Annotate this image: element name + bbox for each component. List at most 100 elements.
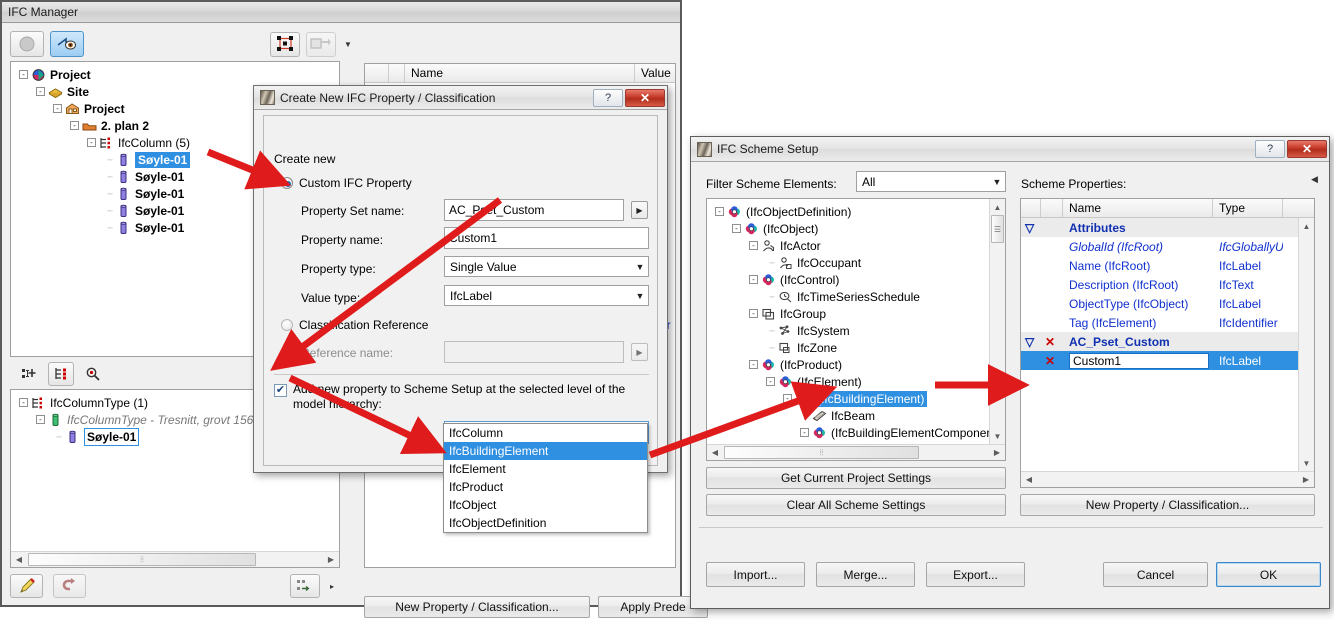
- chevron-right-icon[interactable]: ▸: [330, 582, 340, 591]
- vscroll-down-arrow[interactable]: ▼: [1299, 455, 1315, 471]
- search-icon-button[interactable]: [80, 362, 106, 386]
- tree-expander[interactable]: -: [749, 241, 758, 250]
- properties-header-name[interactable]: Name: [405, 64, 635, 82]
- help-button[interactable]: ?: [593, 89, 623, 107]
- reference-name-picker-button[interactable]: ▶: [631, 343, 648, 361]
- hscroll-left-arrow[interactable]: ◀: [707, 445, 723, 461]
- hscroll-thumb[interactable]: ⦙⦙: [724, 446, 919, 459]
- scheme-grid-body[interactable]: ▽AttributesGlobalId (IfcRoot)IfcGlobally…: [1021, 218, 1298, 471]
- grid-row[interactable]: ObjectType (IfcObject)IfcLabel: [1021, 294, 1298, 313]
- cancel-button[interactable]: Cancel: [1103, 562, 1208, 587]
- tree-expander[interactable]: -: [19, 398, 28, 407]
- clear-all-scheme-settings-button[interactable]: Clear All Scheme Settings: [706, 494, 1006, 516]
- tree-item[interactable]: -(IfcBuildingElementComponen: [709, 424, 987, 441]
- close-button[interactable]: ✕: [625, 89, 665, 107]
- tree-expander[interactable]: -: [766, 377, 775, 386]
- property-name-input[interactable]: [444, 227, 649, 249]
- hscroll-left-arrow[interactable]: ◀: [11, 552, 27, 568]
- tree-expander[interactable]: -: [749, 275, 758, 284]
- type-tree-hscrollbar[interactable]: ◀ ⦙⦙ ▶: [11, 551, 339, 567]
- grid-row[interactable]: ✕Custom1IfcLabel: [1021, 351, 1298, 370]
- grid-row[interactable]: Name (IfcRoot)IfcLabel: [1021, 256, 1298, 275]
- tree-item[interactable]: -IfcGroup: [709, 305, 987, 322]
- tree-item[interactable]: -(IfcObject): [709, 220, 987, 237]
- tree-item[interactable]: -IfcActor: [709, 237, 987, 254]
- chevron-down-icon[interactable]: ▼: [342, 40, 354, 49]
- dropdown-option[interactable]: IfcColumn: [444, 424, 647, 442]
- grid-row[interactable]: GlobalId (IfcRoot)IfcGloballyUn...: [1021, 237, 1298, 256]
- properties-header-value[interactable]: Value: [635, 64, 675, 82]
- tree-item[interactable]: -(IfcControl): [709, 271, 987, 288]
- scheme-new-property-button[interactable]: New Property / Classification...: [1020, 494, 1315, 516]
- tree-expander[interactable]: -: [749, 360, 758, 369]
- scheme-elements-tree[interactable]: -(IfcObjectDefinition)-(IfcObject)-IfcAc…: [707, 199, 989, 444]
- grid-row[interactable]: Description (IfcRoot)IfcText: [1021, 275, 1298, 294]
- value-type-combo[interactable]: IfcLabel ▼: [444, 285, 649, 306]
- filter-combo[interactable]: All ▼: [856, 171, 1006, 192]
- dropdown-option[interactable]: IfcObjectDefinition: [444, 514, 647, 532]
- hscroll-right-arrow[interactable]: ▶: [989, 445, 1005, 461]
- pset-name-input[interactable]: [444, 199, 624, 221]
- tree-item[interactable]: -(IfcProduct): [709, 356, 987, 373]
- grid-row[interactable]: ▽Attributes: [1021, 218, 1298, 237]
- tree-expander[interactable]: -: [36, 87, 45, 96]
- vscroll-up-arrow[interactable]: ▲: [1299, 218, 1315, 234]
- merge-button[interactable]: Merge...: [816, 562, 915, 587]
- undo-arrow-icon-button[interactable]: [53, 574, 86, 598]
- apply-to-elements-icon-button[interactable]: [290, 574, 320, 598]
- vscroll-thumb[interactable]: ☰: [991, 215, 1004, 243]
- vscroll-up-arrow[interactable]: ▲: [990, 199, 1006, 215]
- add-node-icon-button[interactable]: [16, 362, 42, 386]
- manager-new-property-button[interactable]: New Property / Classification...: [364, 596, 590, 618]
- tree-expander[interactable]: -: [87, 138, 96, 147]
- property-type-combo[interactable]: Single Value ▼: [444, 256, 649, 277]
- select-bounding-box-icon-button[interactable]: [270, 32, 300, 57]
- chevron-down-icon[interactable]: ▼: [632, 286, 648, 305]
- custom-property-radio-row[interactable]: Custom IFC Property: [281, 176, 412, 190]
- tree-expander[interactable]: -: [800, 428, 809, 437]
- grid-row[interactable]: ▽✕AC_Pset_Custom: [1021, 332, 1298, 351]
- scheme-grid-vscrollbar[interactable]: ▲ ▼: [1298, 218, 1314, 471]
- pset-name-picker-button[interactable]: ▶: [631, 201, 648, 219]
- tree-expander[interactable]: -: [36, 415, 45, 424]
- tree-item[interactable]: -Project: [13, 66, 337, 83]
- dropdown-option[interactable]: IfcObject: [444, 496, 647, 514]
- hscroll-right-arrow[interactable]: ▶: [323, 552, 339, 568]
- vscroll-down-arrow[interactable]: ▼: [990, 428, 1006, 444]
- chevron-down-icon[interactable]: ▼: [632, 257, 648, 276]
- ok-button[interactable]: OK: [1216, 562, 1321, 587]
- hscroll-right-arrow[interactable]: ▶: [1298, 472, 1314, 488]
- grid-row-expander[interactable]: ▽: [1021, 218, 1041, 237]
- tree-expander[interactable]: -: [70, 121, 79, 130]
- tree-expander[interactable]: -: [53, 104, 62, 113]
- tree-view-icon-button[interactable]: [48, 362, 74, 386]
- grid-header-type[interactable]: Type: [1213, 199, 1283, 217]
- tree-expander[interactable]: -: [19, 70, 28, 79]
- hscroll-left-arrow[interactable]: ◀: [1021, 472, 1037, 488]
- tree-item[interactable]: ┈IfcSystem: [709, 322, 987, 339]
- transfer-element-icon-button[interactable]: [306, 32, 336, 57]
- add-to-scheme-checkbox[interactable]: ✔: [274, 384, 287, 397]
- grid-row[interactable]: Tag (IfcElement)IfcIdentifier: [1021, 313, 1298, 332]
- tree-expander[interactable]: -: [732, 224, 741, 233]
- close-button[interactable]: ✕: [1287, 140, 1327, 158]
- tree-item[interactable]: ┈IfcTimeSeriesSchedule: [709, 288, 987, 305]
- model-level-dropdown-list[interactable]: IfcColumnIfcBuildingElementIfcElementIfc…: [443, 423, 648, 533]
- grid-row-expander[interactable]: ▽: [1021, 332, 1041, 351]
- import-button[interactable]: Import...: [706, 562, 805, 587]
- grid-row-delete-icon[interactable]: ✕: [1041, 351, 1063, 370]
- record-icon-button[interactable]: [10, 31, 44, 57]
- dropdown-option[interactable]: IfcProduct: [444, 478, 647, 496]
- tree-expander[interactable]: -: [715, 207, 724, 216]
- tree-item[interactable]: ┈IfcOccupant: [709, 254, 987, 271]
- hscroll-thumb[interactable]: ⦙⦙: [28, 553, 256, 566]
- tree-expander[interactable]: -: [783, 394, 792, 403]
- add-to-scheme-checkbox-row[interactable]: ✔ Add new property to Scheme Setup at th…: [274, 382, 652, 412]
- chevron-down-icon[interactable]: ▼: [989, 172, 1005, 191]
- scheme-tree-vscrollbar[interactable]: ▲ ☰ ▼: [989, 199, 1005, 444]
- tree-item[interactable]: ┈IfcZone: [709, 339, 987, 356]
- eye-visibility-icon-button[interactable]: [50, 31, 84, 57]
- custom-property-radio[interactable]: [281, 177, 293, 189]
- reference-name-input[interactable]: [444, 341, 624, 363]
- pencil-edit-icon-button[interactable]: [10, 574, 43, 598]
